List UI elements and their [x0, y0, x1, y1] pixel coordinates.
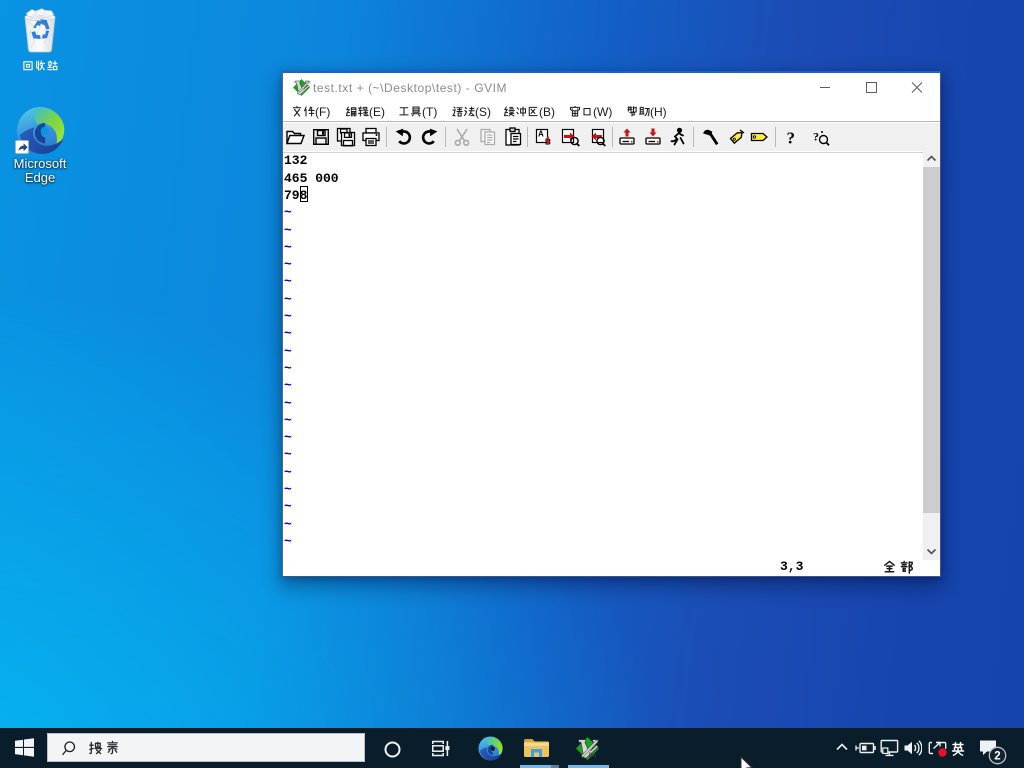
svg-text:?: ?: [787, 128, 796, 147]
svg-text:A: A: [538, 129, 544, 138]
svg-text:2: 2: [994, 751, 1000, 763]
svg-text:?: ?: [813, 129, 819, 143]
svg-text:im: im: [588, 751, 596, 759]
